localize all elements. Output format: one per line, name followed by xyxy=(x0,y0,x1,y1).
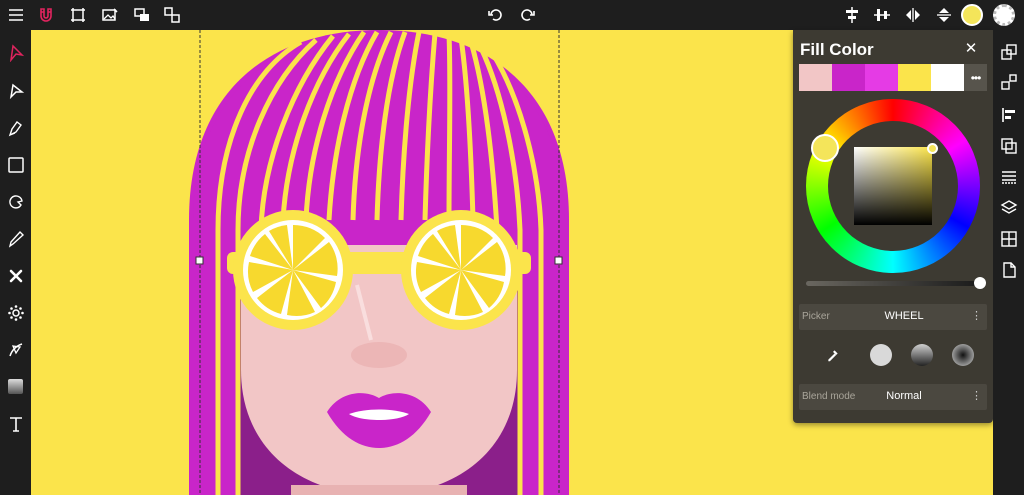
fill-color-well[interactable] xyxy=(960,3,984,27)
picker-more-icon[interactable]: ⋮ xyxy=(971,309,982,322)
stroke-panel-icon[interactable] xyxy=(997,165,1021,189)
path-text-tool-icon[interactable] xyxy=(3,337,28,362)
blend-mode-label: Blend mode xyxy=(802,391,856,402)
arrange-icon[interactable] xyxy=(130,3,154,27)
magnet-icon[interactable] xyxy=(34,3,58,27)
frame-icon[interactable] xyxy=(66,3,90,27)
image-edit-icon[interactable] xyxy=(98,3,122,27)
swatch-magenta[interactable] xyxy=(865,64,898,91)
pencil-tool-icon[interactable] xyxy=(3,226,28,251)
saturation-value-square[interactable] xyxy=(854,147,932,225)
picker-row[interactable]: Picker WHEEL ⋮ xyxy=(799,304,987,330)
right-sidebar xyxy=(993,30,1024,495)
swatch-pink[interactable] xyxy=(799,64,832,91)
radial-gradient-icon[interactable] xyxy=(951,343,975,367)
menu-icon[interactable] xyxy=(4,3,28,27)
arrange-panel-icon[interactable] xyxy=(997,40,1021,64)
tools-sidebar xyxy=(0,30,31,495)
flip-horizontal-icon[interactable] xyxy=(901,3,925,27)
selection-tool-icon[interactable] xyxy=(3,40,28,65)
fill-color-panel: Fill Color ✕ ••• Picker WHEEL ⋮ Blend mo… xyxy=(793,30,993,423)
rectangle-tool-icon[interactable] xyxy=(3,152,28,177)
blend-mode-row[interactable]: Blend mode Normal ⋮ xyxy=(799,384,987,410)
selection-handle-right xyxy=(554,256,563,265)
node-tool-icon[interactable] xyxy=(3,78,28,103)
flip-vertical-icon[interactable] xyxy=(932,3,956,27)
color-wheel[interactable] xyxy=(806,99,980,273)
top-toolbar xyxy=(0,0,1024,30)
align-panel-icon[interactable] xyxy=(997,103,1021,127)
close-icon[interactable]: ✕ xyxy=(961,39,981,59)
linear-gradient-icon[interactable] xyxy=(910,343,934,367)
panel-title: Fill Color xyxy=(800,40,874,59)
transform-panel-icon[interactable] xyxy=(997,70,1021,94)
group-icon[interactable] xyxy=(160,3,184,27)
eyedropper-icon[interactable] xyxy=(821,343,845,367)
picker-value: WHEEL xyxy=(884,310,924,322)
redo-icon[interactable] xyxy=(515,3,539,27)
opacity-slider[interactable] xyxy=(806,281,980,286)
grid-panel-icon[interactable] xyxy=(997,227,1021,251)
swatch-yellow[interactable] xyxy=(898,64,931,91)
distribute-horizontal-icon[interactable] xyxy=(870,3,894,27)
document-panel-icon[interactable] xyxy=(997,258,1021,282)
nose xyxy=(351,342,407,368)
boolean-panel-icon[interactable] xyxy=(997,134,1021,158)
blend-mode-more-icon[interactable]: ⋮ xyxy=(971,389,982,402)
swatch-row: ••• xyxy=(799,64,987,91)
brush-tool-icon[interactable] xyxy=(3,263,28,288)
picker-label: Picker xyxy=(802,311,830,322)
neck xyxy=(291,485,467,495)
layers-panel-icon[interactable] xyxy=(997,196,1021,220)
stroke-color-well[interactable] xyxy=(992,3,1016,27)
pen-tool-icon[interactable] xyxy=(3,115,28,140)
solid-fill-icon[interactable] xyxy=(869,343,893,367)
fill-type-row xyxy=(799,340,987,370)
selection-handle-left xyxy=(195,256,204,265)
gradient-tool-icon[interactable] xyxy=(3,374,28,399)
saturation-handle[interactable] xyxy=(927,143,938,154)
undo-icon[interactable] xyxy=(484,3,508,27)
shape-tool-icon[interactable] xyxy=(3,189,28,214)
align-center-horizontal-icon[interactable] xyxy=(840,3,864,27)
swatch-white[interactable] xyxy=(931,64,964,91)
text-tool-icon[interactable] xyxy=(3,411,28,436)
mask-tool-icon[interactable] xyxy=(3,300,28,325)
hue-handle[interactable] xyxy=(811,134,839,162)
swatch-more-button[interactable]: ••• xyxy=(964,64,987,91)
opacity-slider-knob[interactable] xyxy=(974,277,986,289)
blend-mode-value: Normal xyxy=(886,390,922,402)
swatch-purple[interactable] xyxy=(832,64,865,91)
vectornator-app: Fill Color ✕ ••• Picker WHEEL ⋮ Blend mo… xyxy=(0,0,1024,495)
